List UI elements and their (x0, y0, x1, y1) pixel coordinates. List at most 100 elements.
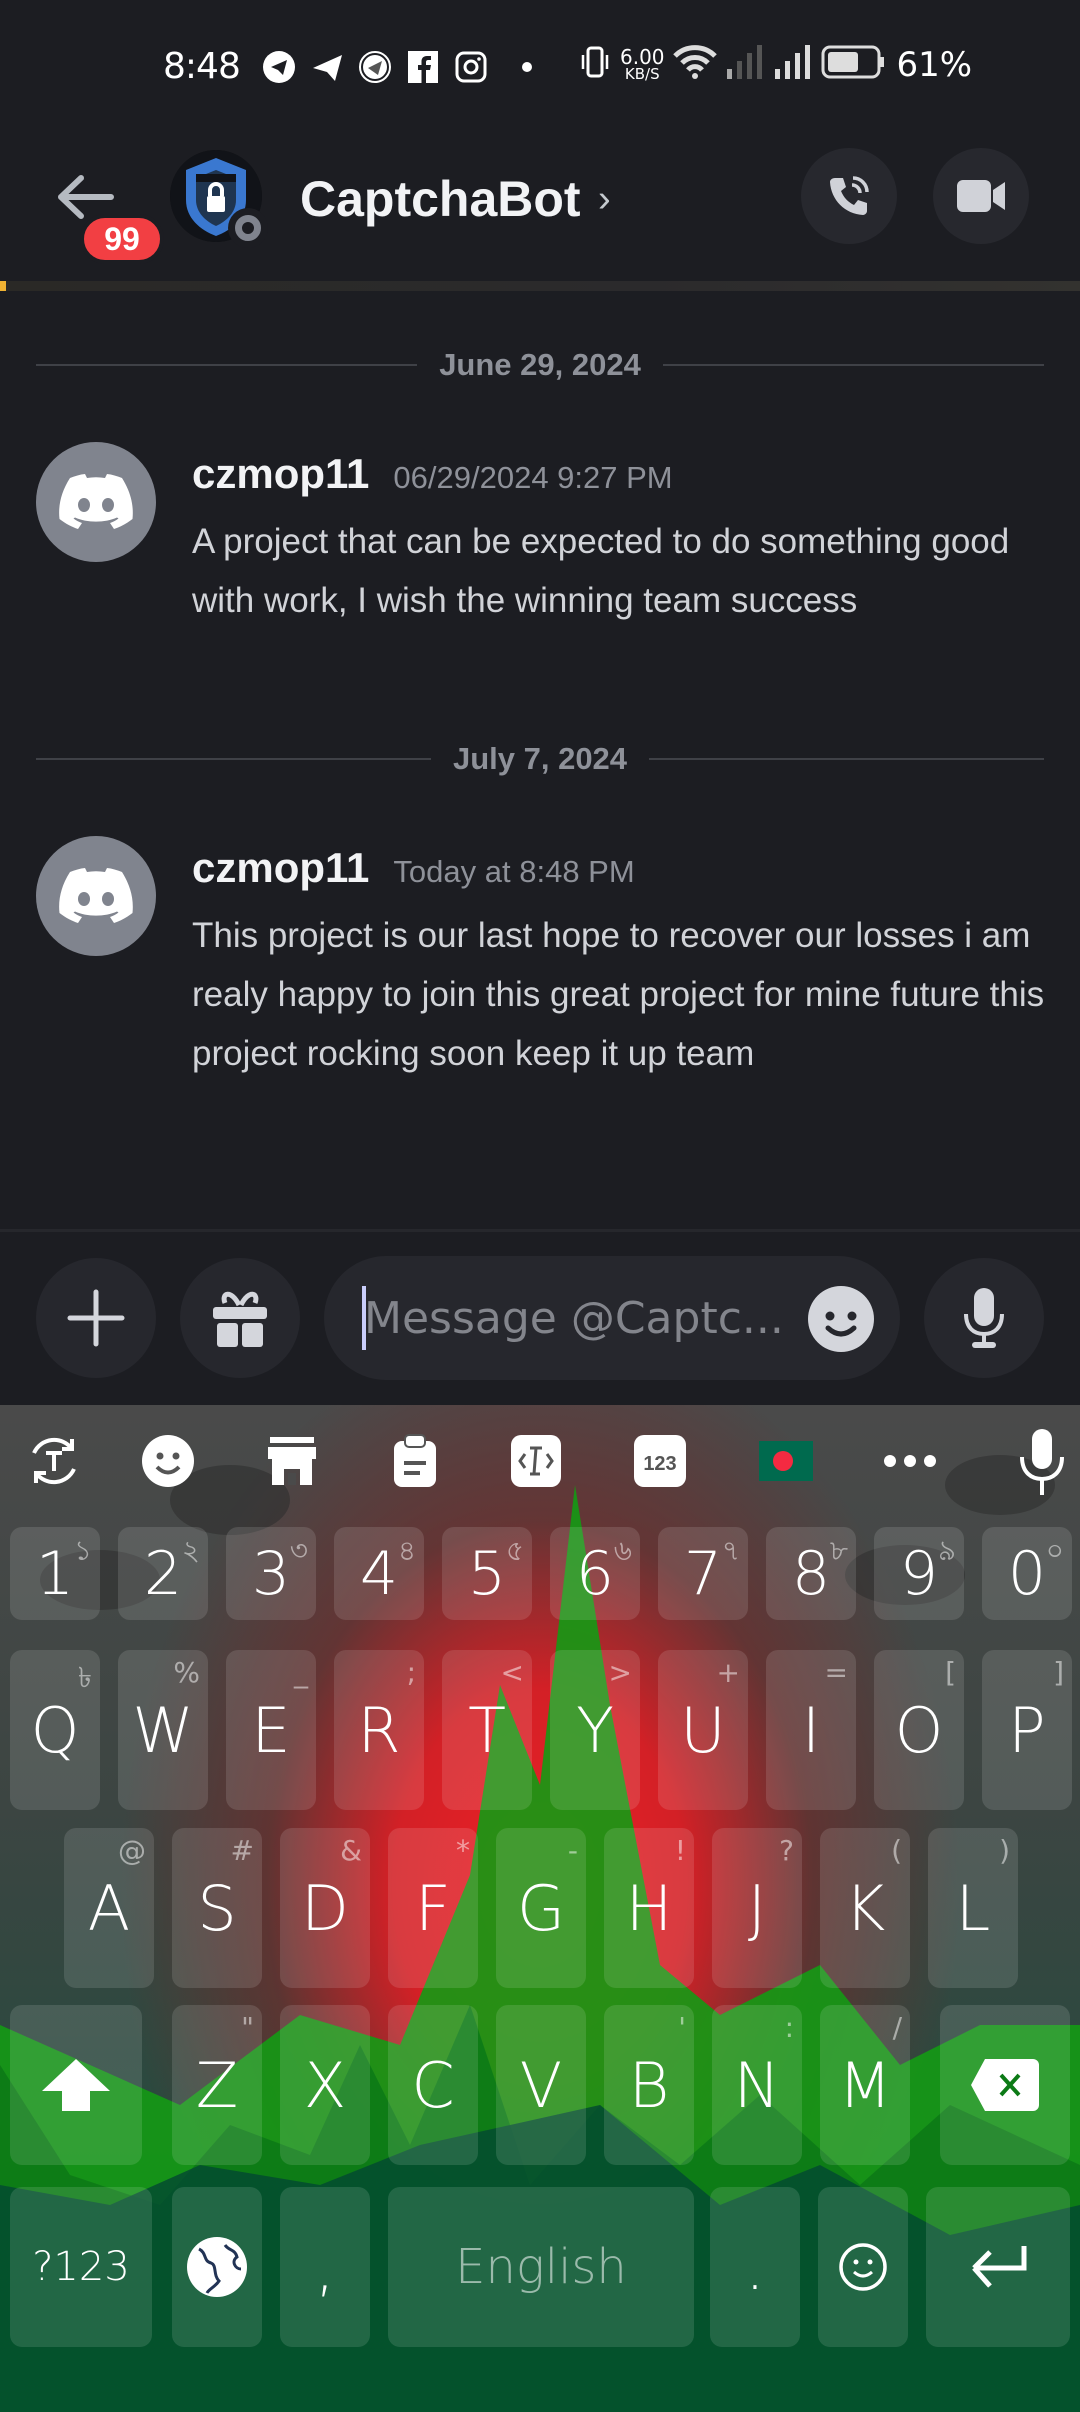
key-a[interactable]: A @ (64, 1828, 154, 1988)
key-c[interactable]: C (388, 2005, 478, 2165)
video-call-button[interactable] (933, 148, 1029, 244)
key-label: L (955, 1871, 991, 1945)
voice-message-button[interactable] (924, 1258, 1044, 1378)
shift-key[interactable] (10, 2005, 142, 2165)
key-label: P (1008, 1693, 1046, 1767)
message-body: This project is our last hope to recover… (192, 916, 1045, 1073)
key-label: S (197, 1871, 237, 1945)
key-label: I (801, 1693, 821, 1767)
key-h[interactable]: H! (604, 1828, 694, 1988)
key-hint: * (456, 1834, 470, 1867)
key-6[interactable]: 6৬ (550, 1527, 640, 1620)
more-icon[interactable] (880, 1431, 940, 1491)
key-5[interactable]: 5৫ (442, 1527, 532, 1620)
key-i[interactable]: I = (766, 1650, 856, 1810)
message-input-container[interactable] (324, 1256, 900, 1380)
key-p[interactable]: P] (982, 1650, 1072, 1810)
voice-call-button[interactable] (801, 148, 897, 244)
chevron-right-icon[interactable]: › (598, 178, 611, 221)
key-k[interactable]: K( (820, 1828, 910, 1988)
language-switch-key[interactable] (172, 2187, 262, 2347)
gift-button[interactable] (180, 1258, 300, 1378)
user-avatar[interactable] (36, 442, 156, 562)
key-0[interactable]: 0০ (982, 1527, 1072, 1620)
key-label: J (747, 1871, 767, 1945)
key-hint: ৪ (397, 1534, 416, 1567)
key-hint: ১ (73, 1534, 92, 1567)
emoji-key[interactable] (818, 2187, 908, 2347)
key-label: 3 (251, 1538, 291, 1609)
key-hint: ( (891, 1834, 902, 1867)
key-1[interactable]: 1১ (10, 1527, 100, 1620)
telegram-icon (310, 50, 344, 84)
message-author[interactable]: czmop11 (192, 450, 369, 498)
numpad-icon[interactable]: 123 (630, 1431, 690, 1491)
clipboard-icon[interactable] (385, 1431, 445, 1491)
key-hint: ০ (1045, 1534, 1064, 1567)
key-t[interactable]: T < (442, 1650, 532, 1810)
backspace-key[interactable] (940, 2005, 1070, 2165)
emoji-picker-button[interactable] (808, 1286, 874, 1352)
key-n[interactable]: N: (712, 2005, 802, 2165)
key-r[interactable]: R; (334, 1650, 424, 1810)
more-notifications-dot-icon (522, 62, 532, 72)
date-divider: June 29, 2024 (36, 345, 1045, 385)
key-label: T (468, 1693, 506, 1767)
space-key[interactable]: English (388, 2187, 694, 2347)
key-w[interactable]: W% (118, 1650, 208, 1810)
key-4[interactable]: 4৪ (334, 1527, 424, 1620)
key-3[interactable]: 3৩ (226, 1527, 316, 1620)
key-label: H (625, 1871, 673, 1945)
key-s[interactable]: S # (172, 1828, 262, 1988)
offline-status-icon (228, 208, 268, 248)
user-avatar[interactable] (36, 836, 156, 956)
key-z[interactable]: Z " (172, 2005, 262, 2165)
text-edit-icon[interactable] (506, 1431, 566, 1491)
key-hint: + (716, 1656, 740, 1689)
translate-icon[interactable] (24, 1431, 84, 1491)
key-label: K (844, 1871, 886, 1945)
svg-text:123: 123 (643, 1453, 676, 1475)
attach-button[interactable] (36, 1258, 156, 1378)
key-j[interactable]: J? (712, 1828, 802, 1988)
key-hint: ৳ (78, 1661, 92, 1694)
key-l[interactable]: L) (928, 1828, 1018, 1988)
key-7[interactable]: 7৭ (658, 1527, 748, 1620)
key-x[interactable]: X (280, 2005, 370, 2165)
enter-key[interactable] (926, 2187, 1070, 2347)
key-label: Z (195, 2048, 239, 2122)
message-input[interactable] (364, 1274, 804, 1362)
key-v[interactable]: V (496, 2005, 586, 2165)
emoji-icon[interactable] (138, 1431, 198, 1491)
key-d[interactable]: D & (280, 1828, 370, 1988)
key-hint: " (241, 2011, 254, 2044)
message-author[interactable]: czmop11 (192, 844, 369, 892)
key-e[interactable]: E _ (226, 1650, 316, 1810)
symbols-key[interactable]: ?123 (10, 2187, 152, 2347)
bangladesh-flag-icon[interactable] (756, 1431, 816, 1491)
channel-name[interactable]: CaptchaBot (300, 170, 581, 228)
vibrate-icon (578, 45, 612, 84)
comma-key[interactable]: , (280, 2187, 370, 2347)
key-m[interactable]: M / (820, 2005, 910, 2165)
key-y[interactable]: Y > (550, 1650, 640, 1810)
key-2[interactable]: 2২ (118, 1527, 208, 1620)
voice-input-icon[interactable] (1012, 1429, 1072, 1495)
key-f[interactable]: F * (388, 1828, 478, 1988)
load-progress-fill (0, 281, 7, 291)
key-8[interactable]: 8৮ (766, 1527, 856, 1620)
store-icon[interactable] (262, 1431, 322, 1491)
message-body: A project that can be expected to do som… (192, 522, 1010, 620)
key-hint: [ (945, 1656, 956, 1689)
key-u[interactable]: U + (658, 1650, 748, 1810)
key-9[interactable]: 9৯ (874, 1527, 964, 1620)
shift-arrow-icon (42, 2059, 110, 2111)
key-g[interactable]: G- (496, 1828, 586, 1988)
network-speed: 6.00 KB/S (620, 45, 665, 83)
key-b[interactable]: B ' (604, 2005, 694, 2165)
period-key[interactable]: . (710, 2187, 800, 2347)
key-label: A (87, 1871, 131, 1945)
key-o[interactable]: O[ (874, 1650, 964, 1810)
key-q[interactable]: Q ৳ (10, 1650, 100, 1810)
key-hint: # (230, 1834, 254, 1867)
